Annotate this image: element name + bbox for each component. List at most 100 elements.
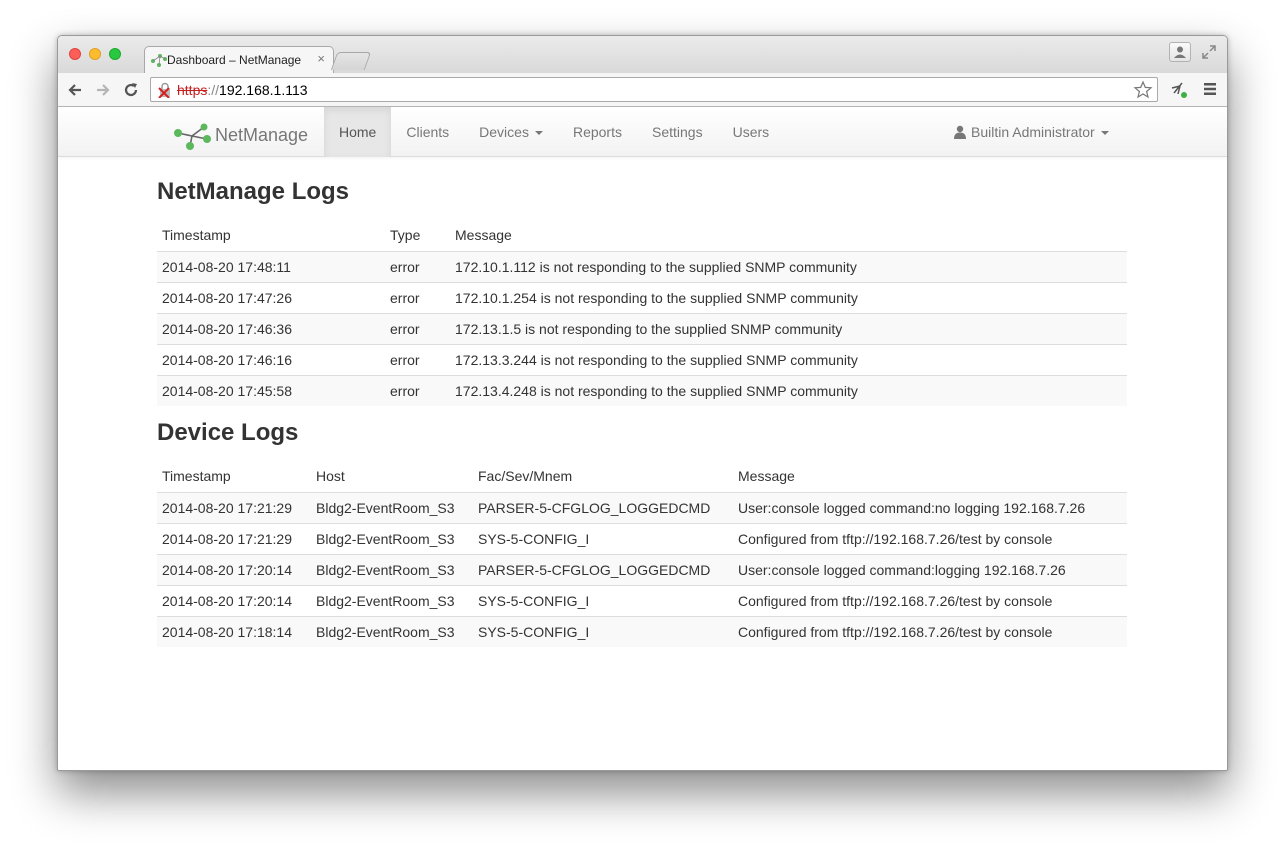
- column-header: Timestamp: [157, 219, 385, 252]
- table-cell: Bldg2-EventRoom_S3: [311, 492, 473, 524]
- user-name: Builtin Administrator: [971, 124, 1095, 140]
- table-cell: Bldg2-EventRoom_S3: [311, 554, 473, 586]
- device-logs-table: Timestamp Host Fac/Sev/Mnem Message 2014…: [157, 460, 1127, 647]
- table-row: 2014-08-20 17:21:29 Bldg2-EventRoom_S3 P…: [157, 492, 1127, 524]
- nav-users[interactable]: Users: [718, 107, 785, 157]
- table-cell: 2014-08-20 17:20:14: [157, 585, 311, 617]
- table-row: 2014-08-20 17:45:58 error 172.13.4.248 i…: [157, 375, 1127, 406]
- table-cell: 172.13.3.244 is not responding to the su…: [450, 344, 1127, 376]
- table-cell: error: [385, 344, 450, 376]
- new-tab-button[interactable]: [330, 52, 372, 70]
- nav-settings[interactable]: Settings: [637, 107, 718, 157]
- table-row: 2014-08-20 17:46:36 error 172.13.1.5 is …: [157, 313, 1127, 345]
- table-cell: 2014-08-20 17:47:26: [157, 282, 385, 314]
- table-cell: PARSER-5-CFGLOG_LOGGEDCMD: [473, 492, 733, 524]
- nav-clients[interactable]: Clients: [391, 107, 464, 157]
- app-navbar: NetManage Home Clients Devices Reports S…: [58, 107, 1227, 157]
- table-cell: Bldg2-EventRoom_S3: [311, 616, 473, 647]
- table-cell: 2014-08-20 17:21:29: [157, 523, 311, 555]
- fullscreen-icon[interactable]: [1201, 44, 1217, 60]
- user-icon: [954, 125, 966, 139]
- brand-name: NetManage: [215, 125, 309, 145]
- reload-icon[interactable]: [122, 81, 140, 99]
- table-cell: Configured from tftp://192.168.7.26/test…: [733, 585, 1127, 617]
- table-cell: 2014-08-20 17:48:11: [157, 251, 385, 283]
- table-cell: User:console logged command:no logging 1…: [733, 492, 1127, 524]
- address-bar[interactable]: https://192.168.1.113: [150, 77, 1158, 102]
- table-cell: SYS-5-CONFIG_I: [473, 585, 733, 617]
- table-row: 2014-08-20 17:21:29 Bldg2-EventRoom_S3 S…: [157, 523, 1127, 555]
- table-cell: Bldg2-EventRoom_S3: [311, 585, 473, 617]
- brand-logo-icon: [174, 123, 211, 150]
- table-cell: Configured from tftp://192.168.7.26/test…: [733, 523, 1127, 555]
- table-cell: SYS-5-CONFIG_I: [473, 523, 733, 555]
- table-row: 2014-08-20 17:20:14 Bldg2-EventRoom_S3 S…: [157, 585, 1127, 617]
- menu-icon[interactable]: [1203, 82, 1217, 96]
- page: NetManage Home Clients Devices Reports S…: [58, 107, 1227, 770]
- table-cell: error: [385, 251, 450, 283]
- favicon-icon: [151, 54, 167, 67]
- table-row: 2014-08-20 17:48:11 error 172.10.1.112 i…: [157, 251, 1127, 283]
- table-cell: PARSER-5-CFGLOG_LOGGEDCMD: [473, 554, 733, 586]
- user-menu[interactable]: Builtin Administrator: [953, 107, 1109, 157]
- table-cell: 2014-08-20 17:20:14: [157, 554, 311, 586]
- netmanage-logs-title: NetManage Logs: [157, 178, 350, 205]
- table-cell: 2014-08-20 17:45:58: [157, 375, 385, 406]
- table-cell: 172.10.1.112 is not responding to the su…: [450, 251, 1127, 283]
- table-row: 2014-08-20 17:20:14 Bldg2-EventRoom_S3 P…: [157, 554, 1127, 586]
- zoom-window-button[interactable]: [109, 48, 121, 60]
- table-cell: 172.13.1.5 is not responding to the supp…: [450, 313, 1127, 345]
- column-header: Type: [385, 219, 450, 252]
- tab-close-icon[interactable]: ×: [317, 51, 325, 66]
- table-cell: 172.10.1.254 is not responding to the su…: [450, 282, 1127, 314]
- insecure-lock-icon[interactable]: [157, 82, 173, 98]
- table-cell: User:console logged command:logging 192.…: [733, 554, 1127, 586]
- table-row: 2014-08-20 17:18:14 Bldg2-EventRoom_S3 S…: [157, 616, 1127, 647]
- chevron-down-icon: [1100, 131, 1109, 136]
- browser-toolbar: https://192.168.1.113: [58, 73, 1227, 107]
- nav-home[interactable]: Home: [324, 107, 392, 157]
- profile-icon: [1174, 46, 1186, 58]
- device-logs-title: Device Logs: [157, 419, 299, 446]
- minimize-window-button[interactable]: [89, 48, 101, 60]
- table-cell: error: [385, 313, 450, 345]
- table-cell: Configured from tftp://192.168.7.26/test…: [733, 616, 1127, 647]
- table-header-row: Timestamp Type Message: [157, 219, 1127, 252]
- close-window-button[interactable]: [69, 48, 81, 60]
- forward-icon[interactable]: [94, 81, 112, 99]
- table-cell: 172.13.4.248 is not responding to the su…: [450, 375, 1127, 406]
- url-scheme: https: [177, 82, 208, 98]
- table-cell: error: [385, 282, 450, 314]
- table-cell: 2014-08-20 17:46:36: [157, 313, 385, 345]
- column-header: Message: [733, 460, 1127, 493]
- back-icon[interactable]: [66, 81, 84, 99]
- table-cell: 2014-08-20 17:46:16: [157, 344, 385, 376]
- column-header: Fac/Sev/Mnem: [473, 460, 733, 493]
- table-cell: 2014-08-20 17:21:29: [157, 492, 311, 524]
- url-separator: ://: [207, 82, 220, 98]
- table-cell: Bldg2-EventRoom_S3: [311, 523, 473, 555]
- netmanage-logs-table: Timestamp Type Message 2014-08-20 17:48:…: [157, 219, 1127, 406]
- nav-devices-label: Devices: [479, 124, 529, 140]
- table-header-row: Timestamp Host Fac/Sev/Mnem Message: [157, 460, 1127, 493]
- table-row: 2014-08-20 17:47:26 error 172.10.1.254 i…: [157, 282, 1127, 314]
- column-header: Host: [311, 460, 473, 493]
- table-cell: error: [385, 375, 450, 406]
- title-bar: Dashboard – NetManage ×: [58, 36, 1227, 74]
- column-header: Message: [450, 219, 1127, 252]
- star-icon[interactable]: [1133, 80, 1153, 100]
- chevron-down-icon: [534, 131, 543, 136]
- tab-title: Dashboard – NetManage: [167, 53, 302, 67]
- url-host: 192.168.1.113: [219, 82, 308, 98]
- nav-reports[interactable]: Reports: [558, 107, 637, 157]
- tab-dashboard[interactable]: Dashboard – NetManage ×: [144, 46, 334, 74]
- nav-devices[interactable]: Devices: [464, 107, 558, 157]
- profile-button[interactable]: [1169, 42, 1191, 62]
- column-header: Timestamp: [157, 460, 311, 493]
- main-nav: Home Clients Devices Reports Settings Us…: [324, 107, 784, 157]
- extension-icon[interactable]: [1169, 80, 1189, 100]
- table-cell: SYS-5-CONFIG_I: [473, 616, 733, 647]
- table-cell: 2014-08-20 17:18:14: [157, 616, 311, 647]
- browser-window: Dashboard – NetManage × https://192.168.…: [57, 35, 1228, 771]
- url-text: https://192.168.1.113: [177, 82, 308, 98]
